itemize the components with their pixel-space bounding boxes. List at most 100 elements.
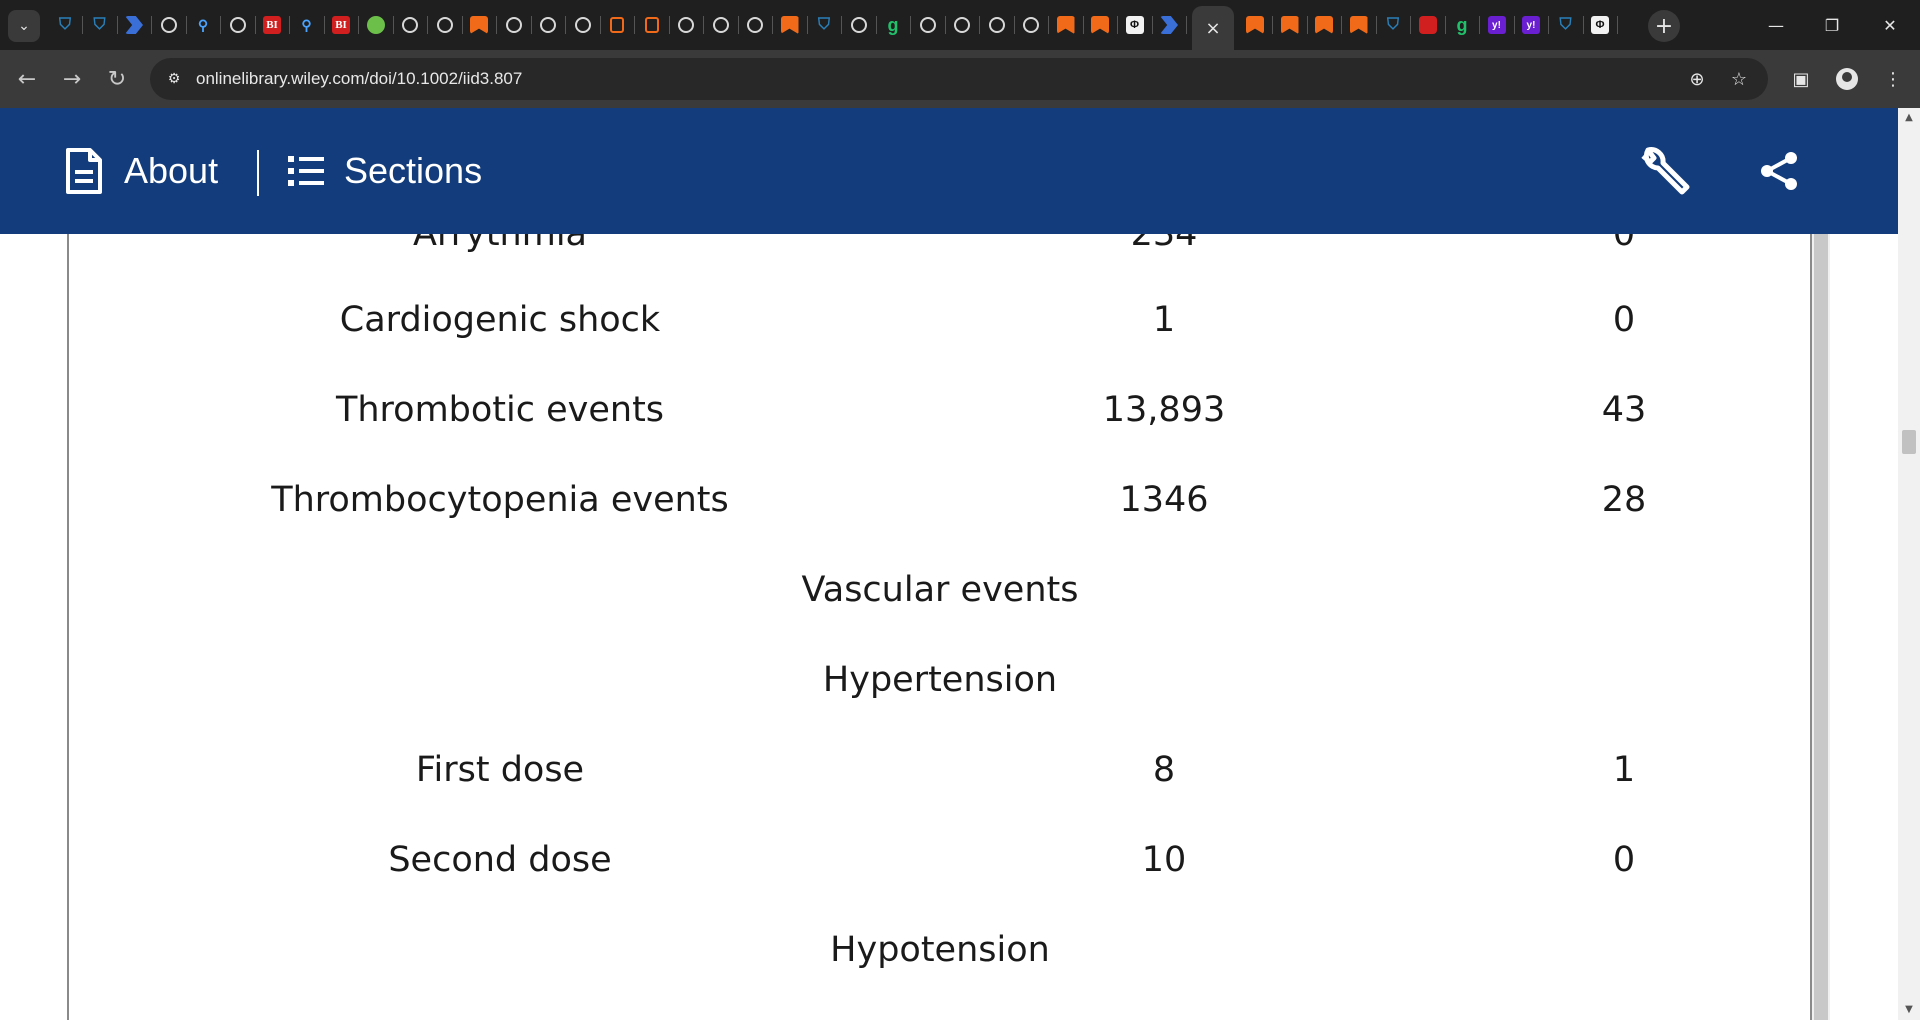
badge-favicon-icon <box>1418 16 1437 34</box>
url-text[interactable]: onlinelibrary.wiley.com/doi/10.1002/iid3… <box>196 69 522 89</box>
browser-tab[interactable]: y! <box>1514 12 1548 38</box>
browser-tab[interactable] <box>704 12 738 38</box>
sections-button[interactable]: Sections <box>288 108 482 234</box>
browser-tab[interactable] <box>462 12 496 38</box>
browser-tab[interactable] <box>945 12 979 38</box>
browser-tab[interactable]: Φ <box>1118 12 1152 38</box>
forward-icon[interactable]: → <box>55 62 89 96</box>
table-scroll-thumb[interactable] <box>1814 234 1828 1020</box>
table-cell-value: 0 <box>1612 840 1636 880</box>
browser-tab[interactable] <box>497 12 531 38</box>
bookmark-star-icon[interactable]: ☆ <box>1726 66 1752 92</box>
yahoo-favicon-icon: y! <box>1522 16 1540 34</box>
uo-favicon-icon <box>644 17 659 33</box>
browser-tab[interactable] <box>1083 12 1117 38</box>
scroll-down-icon[interactable]: ▼ <box>1903 1004 1915 1016</box>
tools-button[interactable] <box>1640 108 1690 234</box>
tab-separator <box>1617 16 1618 34</box>
browser-tab[interactable] <box>773 12 807 38</box>
yahoo-favicon-icon: y! <box>1487 16 1506 34</box>
browser-tab[interactable]: ⛉ <box>1376 12 1410 38</box>
browser-tab[interactable]: ⛉ <box>83 12 117 38</box>
browser-tab[interactable]: y! <box>1480 12 1514 38</box>
browser-tab[interactable] <box>221 12 255 38</box>
browser-tab[interactable] <box>635 12 669 38</box>
browser-tab[interactable]: Φ <box>1583 12 1617 38</box>
browser-tab[interactable] <box>531 12 565 38</box>
browser-tab[interactable]: g <box>1445 12 1479 38</box>
browser-tab[interactable] <box>1014 12 1048 38</box>
bookmark-favicon-icon <box>470 16 488 34</box>
scroll-up-icon[interactable]: ▲ <box>1903 112 1915 124</box>
browser-tab[interactable]: ⚲ <box>186 12 220 38</box>
browser-tab[interactable] <box>1307 12 1341 38</box>
browser-tab[interactable] <box>566 12 600 38</box>
table-cell-label: Thrombotic events <box>335 390 665 430</box>
browser-tab[interactable] <box>1342 12 1376 38</box>
restore-icon[interactable]: ❐ <box>1812 12 1852 38</box>
table-cell-label: Second dose <box>388 840 612 880</box>
browser-tab-strip: ⌄ ⛉ ⛉ ⚲ BI ⚲ BI ⛉ g Φ ⛉ g y! y! ⛉ Φ × + — ❐ ✕ <box>0 0 1920 50</box>
profile-icon[interactable] <box>1830 62 1864 96</box>
menu-icon[interactable]: ⋮ <box>1876 62 1910 96</box>
browser-tab[interactable] <box>600 12 634 38</box>
browser-tab[interactable] <box>1411 12 1445 38</box>
about-label: About <box>124 150 219 191</box>
browser-tab[interactable]: ⛉ <box>807 12 841 38</box>
browser-tab[interactable] <box>1273 12 1307 38</box>
shield-favicon-icon: ⛉ <box>93 16 106 33</box>
browser-tab[interactable] <box>393 12 427 38</box>
globe-favicon-icon <box>436 17 453 33</box>
page-scroll-thumb[interactable] <box>1902 430 1916 454</box>
page-scrollbar[interactable]: ▲ ▼ <box>1898 108 1920 1020</box>
new-tab-button[interactable]: + <box>1648 10 1680 42</box>
tab-search-button[interactable]: ⌄ <box>8 10 40 42</box>
wrench-icon <box>1641 147 1690 195</box>
list-icon <box>288 156 324 186</box>
close-tab-icon[interactable]: × <box>1205 18 1220 39</box>
table-section-row: Hypertension <box>0 650 1898 710</box>
browser-tab[interactable] <box>359 12 393 38</box>
bookmark-favicon-icon <box>1280 16 1299 34</box>
about-button[interactable]: About <box>64 108 218 234</box>
browser-tab[interactable]: ⛉ <box>48 12 82 38</box>
browser-tab[interactable] <box>1152 12 1186 38</box>
browser-tab[interactable] <box>669 12 703 38</box>
minimize-icon[interactable]: — <box>1756 12 1796 38</box>
close-window-icon[interactable]: ✕ <box>1870 12 1910 38</box>
browser-tab[interactable]: BI <box>324 12 358 38</box>
back-icon[interactable]: ← <box>10 62 44 96</box>
zoom-icon[interactable]: ⊕ <box>1684 66 1710 92</box>
table-cell-value: 1 <box>1612 750 1636 790</box>
globe-favicon-icon <box>574 17 591 33</box>
browser-tab[interactable]: ⛉ <box>1549 12 1583 38</box>
browser-tab[interactable]: g <box>876 12 910 38</box>
browser-toolbar: ← → ↻ ⚙ onlinelibrary.wiley.com/doi/10.1… <box>0 50 1920 108</box>
g-favicon-icon: g <box>887 14 899 35</box>
browser-tab[interactable] <box>117 12 151 38</box>
table-row: Cardiogenic shock 1 0 <box>0 290 1898 350</box>
reload-icon[interactable]: ↻ <box>100 62 134 96</box>
shield-favicon-icon: ⛉ <box>1386 16 1399 33</box>
globe-favicon-icon <box>678 17 694 33</box>
browser-tab[interactable] <box>738 12 772 38</box>
browser-tab[interactable] <box>980 12 1014 38</box>
browser-tab[interactable]: BI <box>255 12 289 38</box>
share-button[interactable] <box>1758 108 1800 234</box>
table-cell-label: Cardiogenic shock <box>339 300 661 340</box>
browser-tab[interactable] <box>428 12 462 38</box>
browser-tab[interactable] <box>911 12 945 38</box>
browser-tab[interactable] <box>1238 12 1272 38</box>
bookmark-favicon-icon <box>1246 16 1264 34</box>
browser-tab[interactable] <box>842 12 876 38</box>
site-info-icon[interactable]: ⚙ <box>162 67 186 91</box>
search-favicon-icon: ⚲ <box>197 16 209 33</box>
address-bar[interactable]: ⚙ onlinelibrary.wiley.com/doi/10.1002/ii… <box>150 58 1768 100</box>
browser-tab[interactable]: ⚲ <box>290 12 324 38</box>
browser-tab[interactable] <box>152 12 186 38</box>
side-panel-icon[interactable]: ▣ <box>1784 62 1818 96</box>
page-viewport: Arrythmia 234 0 Cardiogenic shock 1 0 Th… <box>0 108 1898 1020</box>
active-tab[interactable]: × <box>1192 6 1234 50</box>
browser-tab[interactable] <box>1049 12 1083 38</box>
table-section-heading: Vascular events <box>801 570 1079 610</box>
